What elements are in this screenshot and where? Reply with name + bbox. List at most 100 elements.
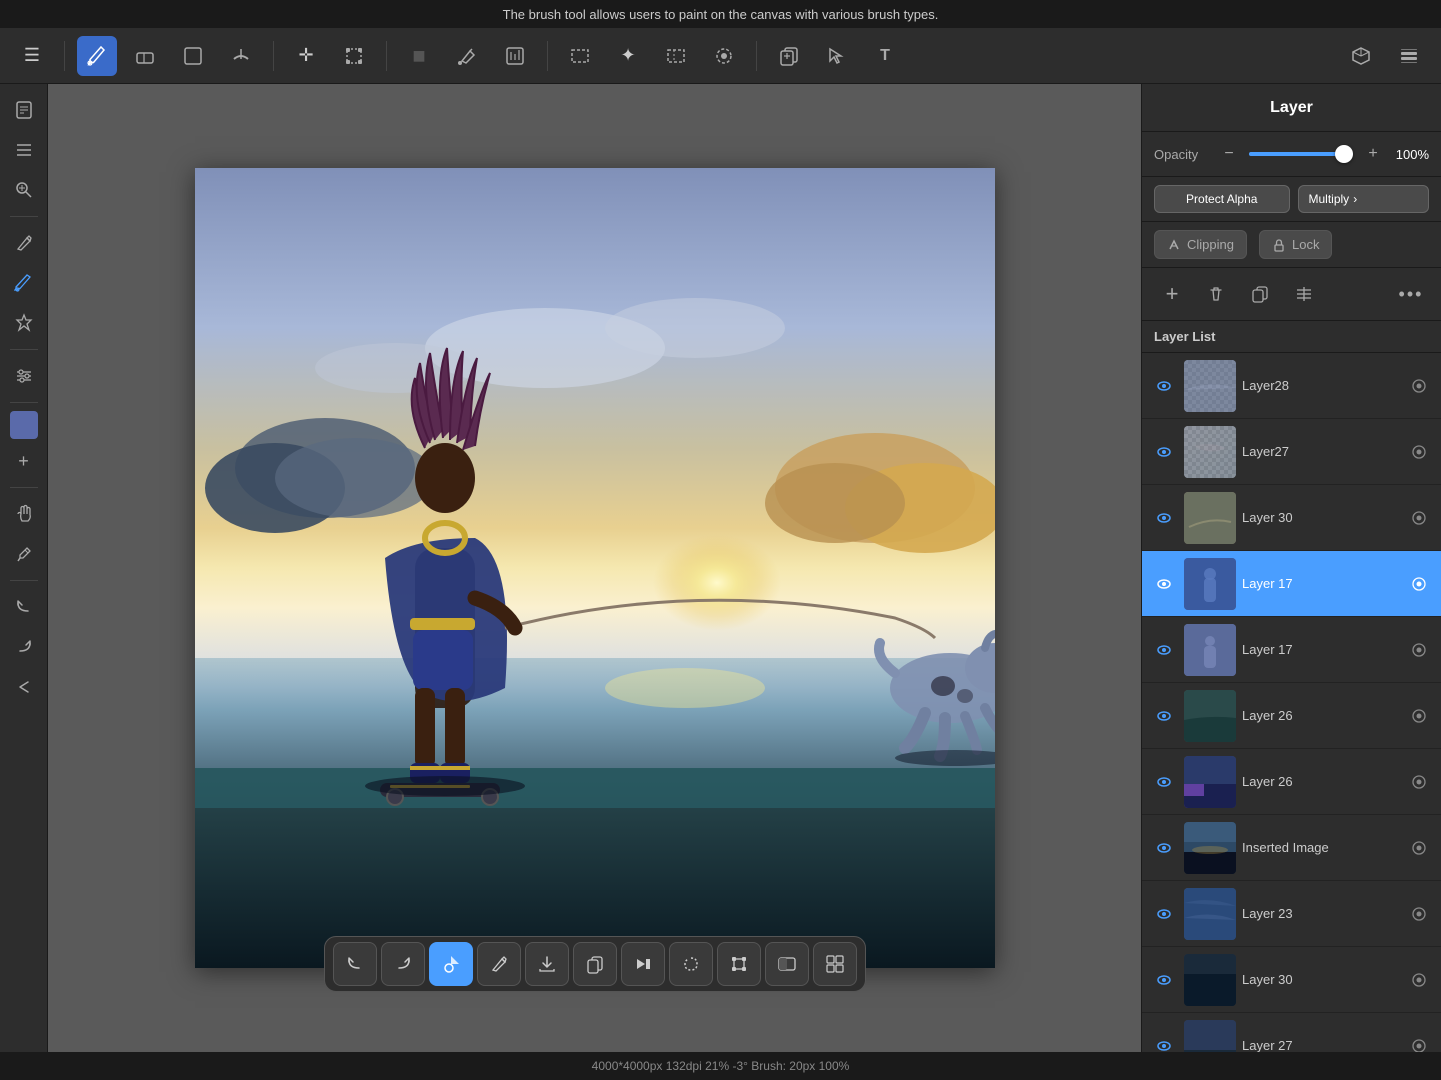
effects-button[interactable] bbox=[6, 358, 42, 394]
opacity-minus-button[interactable]: − bbox=[1217, 142, 1241, 166]
layer28-settings[interactable] bbox=[1405, 372, 1433, 400]
smudge-button[interactable] bbox=[221, 36, 261, 76]
more-options-button[interactable]: ••• bbox=[1393, 276, 1429, 312]
clipping-button[interactable]: Clipping bbox=[1154, 230, 1247, 259]
layer26b-visibility[interactable] bbox=[1150, 768, 1178, 796]
delete-layer-button[interactable] bbox=[1198, 276, 1234, 312]
text-button[interactable]: T bbox=[865, 36, 905, 76]
blend-mode-button[interactable]: Multiply › bbox=[1298, 185, 1430, 213]
layer-item-layer28[interactable]: Layer28 bbox=[1142, 353, 1441, 419]
opacity-slider-track[interactable] bbox=[1249, 152, 1353, 156]
layer23-settings[interactable] bbox=[1405, 900, 1433, 928]
layer30b-thumbnail bbox=[1184, 954, 1236, 1006]
layer28-visibility[interactable] bbox=[1150, 372, 1178, 400]
eraser-tool-button[interactable] bbox=[125, 36, 165, 76]
canvas-button[interactable] bbox=[173, 36, 213, 76]
layer26b-settings[interactable] bbox=[1405, 768, 1433, 796]
layer-item-layer30a[interactable]: Layer 30 bbox=[1142, 485, 1441, 551]
layer-item-layer26b[interactable]: Layer 26 bbox=[1142, 749, 1441, 815]
layer26a-visibility[interactable] bbox=[1150, 702, 1178, 730]
transform-button[interactable] bbox=[334, 36, 374, 76]
select-rect-button[interactable] bbox=[560, 36, 600, 76]
layer-item-layer27b[interactable]: Layer 27 bbox=[1142, 1013, 1441, 1052]
copy-paste-button[interactable] bbox=[769, 36, 809, 76]
inserted-image-settings[interactable] bbox=[1405, 834, 1433, 862]
paint-button[interactable] bbox=[6, 265, 42, 301]
layer17-selected-settings[interactable] bbox=[1405, 570, 1433, 598]
mode-row: Protect Alpha Multiply › bbox=[1142, 177, 1441, 222]
layer30b-visibility[interactable] bbox=[1150, 966, 1178, 994]
lasso-btn[interactable] bbox=[669, 942, 713, 986]
layer27b-visibility[interactable] bbox=[1150, 1032, 1178, 1053]
layer27-visibility[interactable] bbox=[1150, 438, 1178, 466]
layer17-visibility[interactable] bbox=[1150, 636, 1178, 664]
info-bar: The brush tool allows users to paint on … bbox=[0, 0, 1441, 28]
undo-left-button[interactable] bbox=[6, 589, 42, 625]
skip-btn[interactable] bbox=[621, 942, 665, 986]
layer17-thumbnail bbox=[1184, 624, 1236, 676]
protect-alpha-button[interactable]: Protect Alpha bbox=[1154, 185, 1290, 213]
opacity-value: 100% bbox=[1393, 147, 1429, 162]
layer17-selected-visibility[interactable] bbox=[1150, 570, 1178, 598]
pen-button[interactable] bbox=[6, 225, 42, 261]
document-button[interactable] bbox=[6, 92, 42, 128]
grid-btn[interactable] bbox=[813, 942, 857, 986]
opacity-plus-button[interactable]: + bbox=[1361, 142, 1385, 166]
redo-left-button[interactable] bbox=[6, 629, 42, 665]
brush-tool-button[interactable] bbox=[77, 36, 117, 76]
pencil-btn[interactable] bbox=[477, 942, 521, 986]
duplicate-btn[interactable] bbox=[573, 942, 617, 986]
layers-button[interactable] bbox=[1389, 36, 1429, 76]
undo-btn[interactable] bbox=[333, 942, 377, 986]
transform-btn[interactable] bbox=[717, 942, 761, 986]
layer27b-name: Layer 27 bbox=[1242, 1038, 1399, 1052]
eyedropper-button[interactable] bbox=[6, 536, 42, 572]
layer-item-layer17[interactable]: Layer 17 bbox=[1142, 617, 1441, 683]
canvas-container bbox=[195, 168, 995, 968]
brush-select-btn[interactable] bbox=[429, 942, 473, 986]
list-button[interactable] bbox=[6, 132, 42, 168]
menu-button[interactable]: ☰ bbox=[12, 36, 52, 76]
back-button[interactable] bbox=[6, 669, 42, 705]
layer30b-settings[interactable] bbox=[1405, 966, 1433, 994]
select-auto-button[interactable] bbox=[704, 36, 744, 76]
adjust-tool-btn[interactable] bbox=[765, 942, 809, 986]
layer-item-layer30b[interactable]: Layer 30 bbox=[1142, 947, 1441, 1013]
layer27-settings[interactable] bbox=[1405, 438, 1433, 466]
merge-layer-button[interactable] bbox=[1286, 276, 1322, 312]
layer23-visibility[interactable] bbox=[1150, 900, 1178, 928]
add-color-button[interactable]: + bbox=[6, 443, 42, 479]
inserted-image-visibility[interactable] bbox=[1150, 834, 1178, 862]
sticker-button[interactable] bbox=[6, 305, 42, 341]
add-layer-button[interactable]: + bbox=[1154, 276, 1190, 312]
layer30a-visibility[interactable] bbox=[1150, 504, 1178, 532]
redo-btn[interactable] bbox=[381, 942, 425, 986]
layer-item-inserted-image[interactable]: Inserted Image bbox=[1142, 815, 1441, 881]
layer-list[interactable]: Layer28 bbox=[1142, 353, 1441, 1052]
adjust-button[interactable] bbox=[495, 36, 535, 76]
download-btn[interactable] bbox=[525, 942, 569, 986]
canvas-area[interactable] bbox=[48, 84, 1141, 1052]
lock-button[interactable]: Lock bbox=[1259, 230, 1332, 259]
select-free-button[interactable] bbox=[656, 36, 696, 76]
duplicate-layer-button[interactable] bbox=[1242, 276, 1278, 312]
hand-button[interactable] bbox=[6, 496, 42, 532]
layer30a-settings[interactable] bbox=[1405, 504, 1433, 532]
opacity-slider-thumb[interactable] bbox=[1335, 145, 1353, 163]
layer-item-layer23[interactable]: Layer 23 bbox=[1142, 881, 1441, 947]
layer27b-settings[interactable] bbox=[1405, 1032, 1433, 1053]
primary-color-swatch[interactable] bbox=[10, 411, 38, 439]
3d-button[interactable] bbox=[1341, 36, 1381, 76]
layer27b-thumbnail bbox=[1184, 1020, 1236, 1053]
layer26a-settings[interactable] bbox=[1405, 702, 1433, 730]
search-button[interactable] bbox=[6, 172, 42, 208]
select-point-button[interactable]: ✦ bbox=[608, 36, 648, 76]
move-button[interactable]: ✛ bbox=[286, 36, 326, 76]
select-tool-button[interactable] bbox=[817, 36, 857, 76]
layer-item-layer27[interactable]: Layer27 bbox=[1142, 419, 1441, 485]
paint-bucket-button[interactable] bbox=[447, 36, 487, 76]
fill-color-button[interactable]: ■ bbox=[399, 36, 439, 76]
layer-item-layer26a[interactable]: Layer 26 bbox=[1142, 683, 1441, 749]
layer17-settings[interactable] bbox=[1405, 636, 1433, 664]
layer-item-layer17-selected[interactable]: Layer 17 bbox=[1142, 551, 1441, 617]
